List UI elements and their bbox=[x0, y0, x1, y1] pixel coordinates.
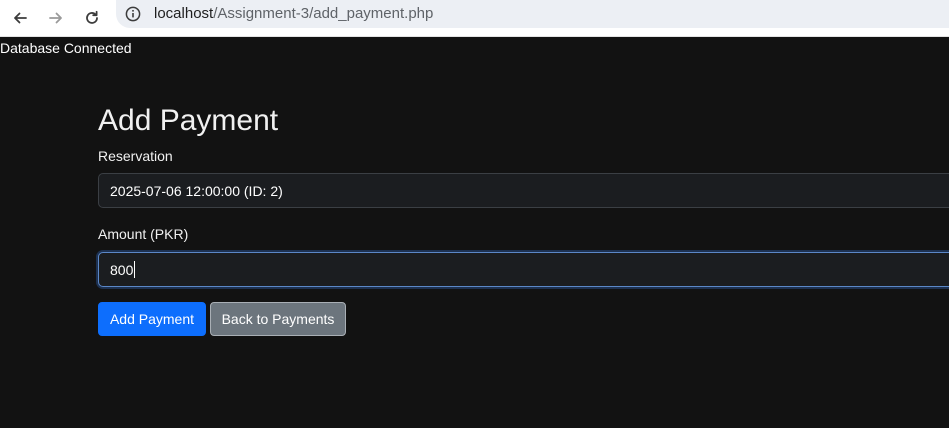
address-bar[interactable]: localhost/Assignment-3/add_payment.php bbox=[116, 0, 949, 28]
info-circle-icon bbox=[125, 6, 141, 22]
site-info-button[interactable] bbox=[124, 5, 142, 23]
back-button[interactable] bbox=[6, 4, 34, 32]
add-payment-button[interactable]: Add Payment bbox=[98, 302, 206, 336]
amount-input[interactable]: 800 bbox=[98, 252, 949, 287]
url-path: /Assignment-3/add_payment.php bbox=[213, 5, 434, 22]
reload-button[interactable] bbox=[78, 4, 106, 32]
arrow-right-icon bbox=[49, 12, 62, 24]
db-status-text: Database Connected bbox=[0, 40, 132, 56]
text-cursor bbox=[134, 261, 136, 278]
url-text[interactable]: localhost/Assignment-3/add_payment.php bbox=[154, 5, 433, 23]
back-to-payments-button[interactable]: Back to Payments bbox=[210, 302, 346, 336]
forward-button[interactable] bbox=[42, 4, 70, 32]
amount-label: Amount (PKR) bbox=[98, 226, 189, 242]
reservation-selected-value: 2025-07-06 12:00:00 (ID: 2) bbox=[110, 182, 283, 199]
payment-form: Add Payment Reservation 2025-07-06 12:00… bbox=[98, 104, 949, 336]
browser-toolbar: localhost/Assignment-3/add_payment.php bbox=[0, 0, 949, 37]
reservation-label: Reservation bbox=[98, 148, 173, 164]
form-actions: Add Payment Back to Payments bbox=[98, 302, 949, 336]
reservation-select[interactable]: 2025-07-06 12:00:00 (ID: 2) bbox=[98, 173, 949, 208]
amount-value: 800 bbox=[110, 261, 134, 278]
reload-icon bbox=[86, 10, 98, 24]
page-title: Add Payment bbox=[98, 104, 279, 137]
arrow-left-icon bbox=[14, 12, 27, 24]
url-host: localhost bbox=[154, 5, 214, 22]
